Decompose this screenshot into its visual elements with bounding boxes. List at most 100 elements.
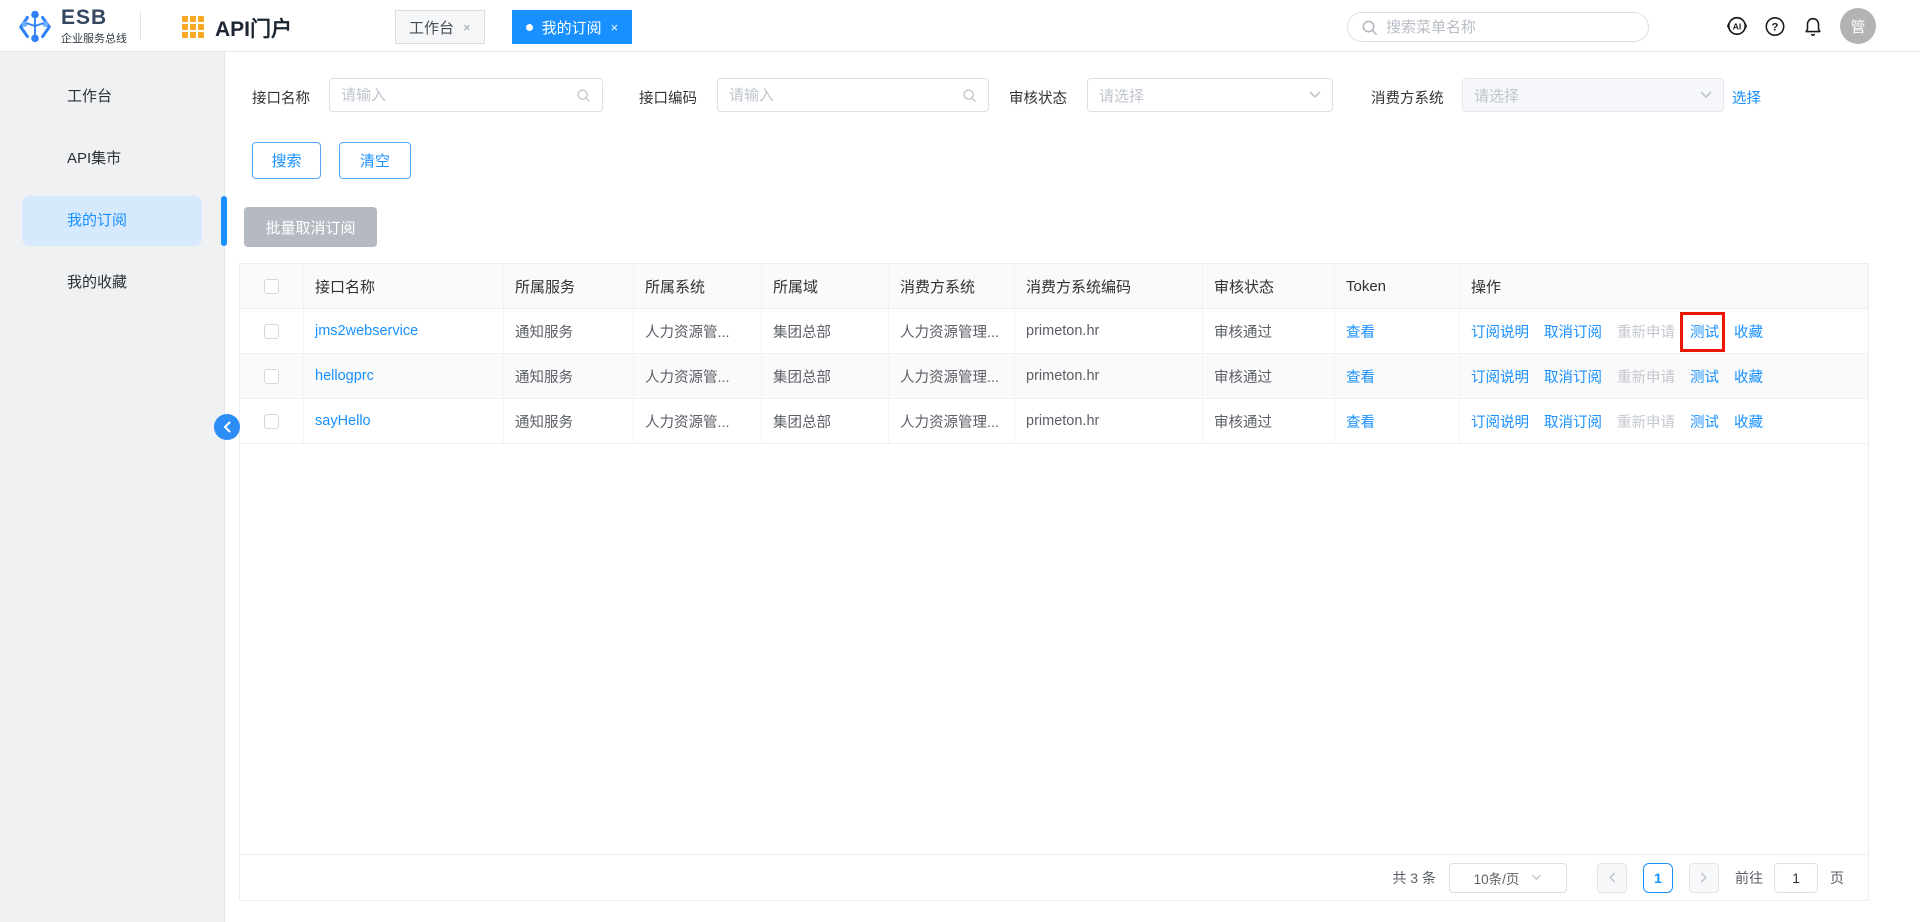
main-content: 接口名称 接口编码 审核状态 请选择 消费方系统 请选择: [225, 52, 1920, 922]
search-icon: [576, 88, 591, 103]
cell-service: 通知服务: [504, 309, 634, 353]
logo-title: ESB: [61, 7, 127, 28]
chevron-down-icon: [1309, 91, 1321, 99]
token-view-link[interactable]: 查看: [1346, 366, 1375, 387]
page-unit-label: 页: [1830, 868, 1844, 888]
cell-system: 人力资源管...: [634, 354, 762, 398]
grid-icon: [182, 16, 206, 40]
open-tabs: 工作台 × 我的订阅 ×: [395, 10, 632, 44]
cell-consumer-code: primeton.hr: [1015, 309, 1203, 353]
interface-name-link[interactable]: sayHello: [315, 413, 371, 429]
interface-name-link[interactable]: jms2webservice: [315, 323, 418, 339]
col-service: 所属服务: [504, 264, 634, 308]
close-icon[interactable]: ×: [611, 20, 619, 35]
sidebar-item-my-favorites[interactable]: 我的收藏: [22, 258, 202, 308]
action-unsubscribe[interactable]: 取消订阅: [1544, 411, 1602, 432]
cell-audit-status: 审核通过: [1203, 354, 1335, 398]
goto-page-input[interactable]: [1774, 863, 1818, 893]
active-dot-icon: [526, 24, 533, 31]
help-icon[interactable]: ?: [1764, 15, 1786, 37]
sidebar-item-workbench[interactable]: 工作台: [22, 72, 202, 122]
col-system: 所属系统: [634, 264, 762, 308]
audit-status-label: 审核状态: [1009, 87, 1067, 108]
ai-assistant-icon[interactable]: AI: [1726, 15, 1748, 37]
cell-consumer-code: primeton.hr: [1015, 354, 1203, 398]
col-audit-status: 审核状态: [1203, 264, 1335, 308]
bell-icon[interactable]: [1802, 15, 1824, 37]
action-subscribe-desc[interactable]: 订阅说明: [1471, 411, 1529, 432]
interface-name-input[interactable]: [341, 87, 570, 104]
cell-service: 通知服务: [504, 399, 634, 443]
subscriptions-table: 接口名称 所属服务 所属系统 所属域 消费方系统 消费方系统编码 审核状态 To…: [239, 263, 1869, 901]
col-consumer-code: 消费方系统编码: [1015, 264, 1203, 308]
cell-consumer-code: primeton.hr: [1015, 399, 1203, 443]
pagination-bar: 共 3 条 10条/页 1 前: [240, 854, 1868, 900]
sidebar-item-my-subscriptions[interactable]: 我的订阅: [22, 196, 202, 246]
page-size-select[interactable]: 10条/页: [1449, 863, 1567, 893]
row-checkbox[interactable]: [264, 369, 279, 384]
chevron-down-icon: [1700, 91, 1712, 99]
action-test[interactable]: 测试: [1690, 411, 1719, 432]
action-unsubscribe[interactable]: 取消订阅: [1544, 321, 1602, 342]
active-menu-indicator: [221, 196, 227, 246]
col-token: Token: [1335, 264, 1460, 308]
menu-search-input[interactable]: [1386, 19, 1635, 36]
action-reapply: 重新申请: [1617, 411, 1675, 432]
action-subscribe-desc[interactable]: 订阅说明: [1471, 321, 1529, 342]
sidebar-collapse-button[interactable]: [214, 414, 240, 440]
pagination-total: 共 3 条: [1392, 868, 1436, 888]
action-subscribe-desc[interactable]: 订阅说明: [1471, 366, 1529, 387]
tab-workbench-label: 工作台: [409, 17, 454, 38]
esb-logo-icon: [16, 6, 54, 46]
row-checkbox[interactable]: [264, 324, 279, 339]
cell-domain: 集团总部: [762, 354, 889, 398]
interface-code-input[interactable]: [729, 87, 956, 104]
cell-system: 人力资源管...: [634, 399, 762, 443]
close-icon[interactable]: ×: [463, 20, 471, 35]
next-page-button: [1689, 863, 1719, 893]
action-favorite[interactable]: 收藏: [1734, 411, 1763, 432]
portal-title-group: API门户: [182, 13, 292, 43]
top-navbar: ESB 企业服务总线 API门户 工作台 × 我的订阅 ×: [0, 0, 1920, 52]
svg-text:AI: AI: [1733, 21, 1742, 31]
action-favorite[interactable]: 收藏: [1734, 366, 1763, 387]
menu-search[interactable]: [1347, 12, 1649, 42]
audit-status-placeholder: 请选择: [1099, 85, 1303, 106]
consumer-system-label: 消费方系统: [1371, 87, 1444, 108]
col-consumer-system: 消费方系统: [889, 264, 1015, 308]
select-all-checkbox[interactable]: [264, 279, 279, 294]
interface-name-field[interactable]: [329, 78, 603, 112]
interface-code-label: 接口编码: [639, 87, 697, 108]
current-page-button[interactable]: 1: [1643, 863, 1673, 893]
interface-name-label: 接口名称: [252, 87, 310, 108]
cell-service: 通知服务: [504, 354, 634, 398]
search-button[interactable]: 搜索: [252, 142, 321, 179]
action-reapply: 重新申请: [1617, 366, 1675, 387]
action-favorite[interactable]: 收藏: [1734, 321, 1763, 342]
table-header: 接口名称 所属服务 所属系统 所属域 消费方系统 消费方系统编码 审核状态 To…: [240, 264, 1868, 309]
action-test-highlighted[interactable]: 测试: [1690, 321, 1719, 342]
table-row: jms2webservice 通知服务 人力资源管... 集团总部 人力资源管理…: [240, 309, 1868, 354]
interface-name-link[interactable]: hellogprc: [315, 368, 374, 384]
avatar-text: 管: [1850, 16, 1865, 37]
chevron-left-icon: [1608, 872, 1616, 883]
cell-domain: 集团总部: [762, 309, 889, 353]
audit-status-select[interactable]: 请选择: [1087, 78, 1333, 112]
logo-text: ESB 企业服务总线: [61, 7, 127, 46]
esb-logo: ESB 企业服务总线: [16, 6, 127, 46]
user-avatar[interactable]: 管: [1840, 8, 1876, 44]
topbar-icons: AI ? 管: [1726, 8, 1876, 44]
row-checkbox[interactable]: [264, 414, 279, 429]
token-view-link[interactable]: 查看: [1346, 321, 1375, 342]
token-view-link[interactable]: 查看: [1346, 411, 1375, 432]
tab-my-subscriptions[interactable]: 我的订阅 ×: [512, 10, 633, 44]
action-unsubscribe[interactable]: 取消订阅: [1544, 366, 1602, 387]
clear-button[interactable]: 清空: [339, 142, 411, 179]
sidebar-item-api-market[interactable]: API集市: [22, 134, 202, 184]
tab-workbench[interactable]: 工作台 ×: [395, 10, 485, 44]
interface-code-field[interactable]: [717, 78, 989, 112]
consumer-system-select-link[interactable]: 选择: [1732, 87, 1761, 108]
batch-unsubscribe-button: 批量取消订阅: [244, 207, 377, 247]
cell-audit-status: 审核通过: [1203, 309, 1335, 353]
action-test[interactable]: 测试: [1690, 366, 1719, 387]
